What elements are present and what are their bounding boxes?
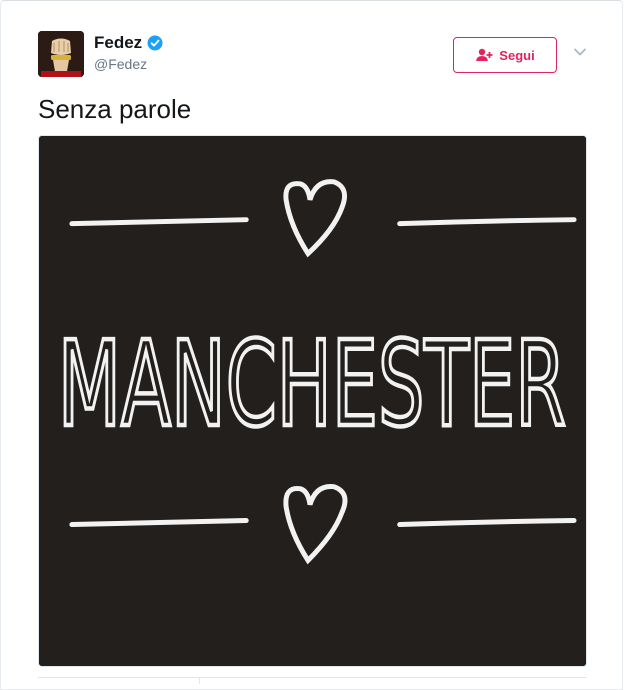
verified-badge-icon (147, 35, 163, 51)
author-name-row[interactable]: Fedez (94, 33, 163, 53)
follow-button-label: Segui (499, 47, 535, 63)
tweet-text: Senza parole (38, 94, 192, 124)
chevron-down-icon[interactable] (573, 45, 587, 59)
follow-button[interactable]: Segui (453, 37, 557, 73)
add-user-icon (476, 48, 493, 61)
footer-divider (38, 677, 587, 678)
tweet-media-image[interactable]: MANCHESTER (38, 135, 587, 667)
manchester-artwork: MANCHESTER (39, 136, 586, 666)
manchester-word: MANCHESTER (58, 316, 566, 453)
avatar[interactable] (38, 31, 84, 77)
author-handle[interactable]: @Fedez (94, 56, 147, 72)
author-name[interactable]: Fedez (94, 33, 142, 53)
tweet-card: Fedez @Fedez Segui Senza parole MANCHEST… (0, 0, 623, 690)
fist-avatar-image (38, 31, 84, 77)
